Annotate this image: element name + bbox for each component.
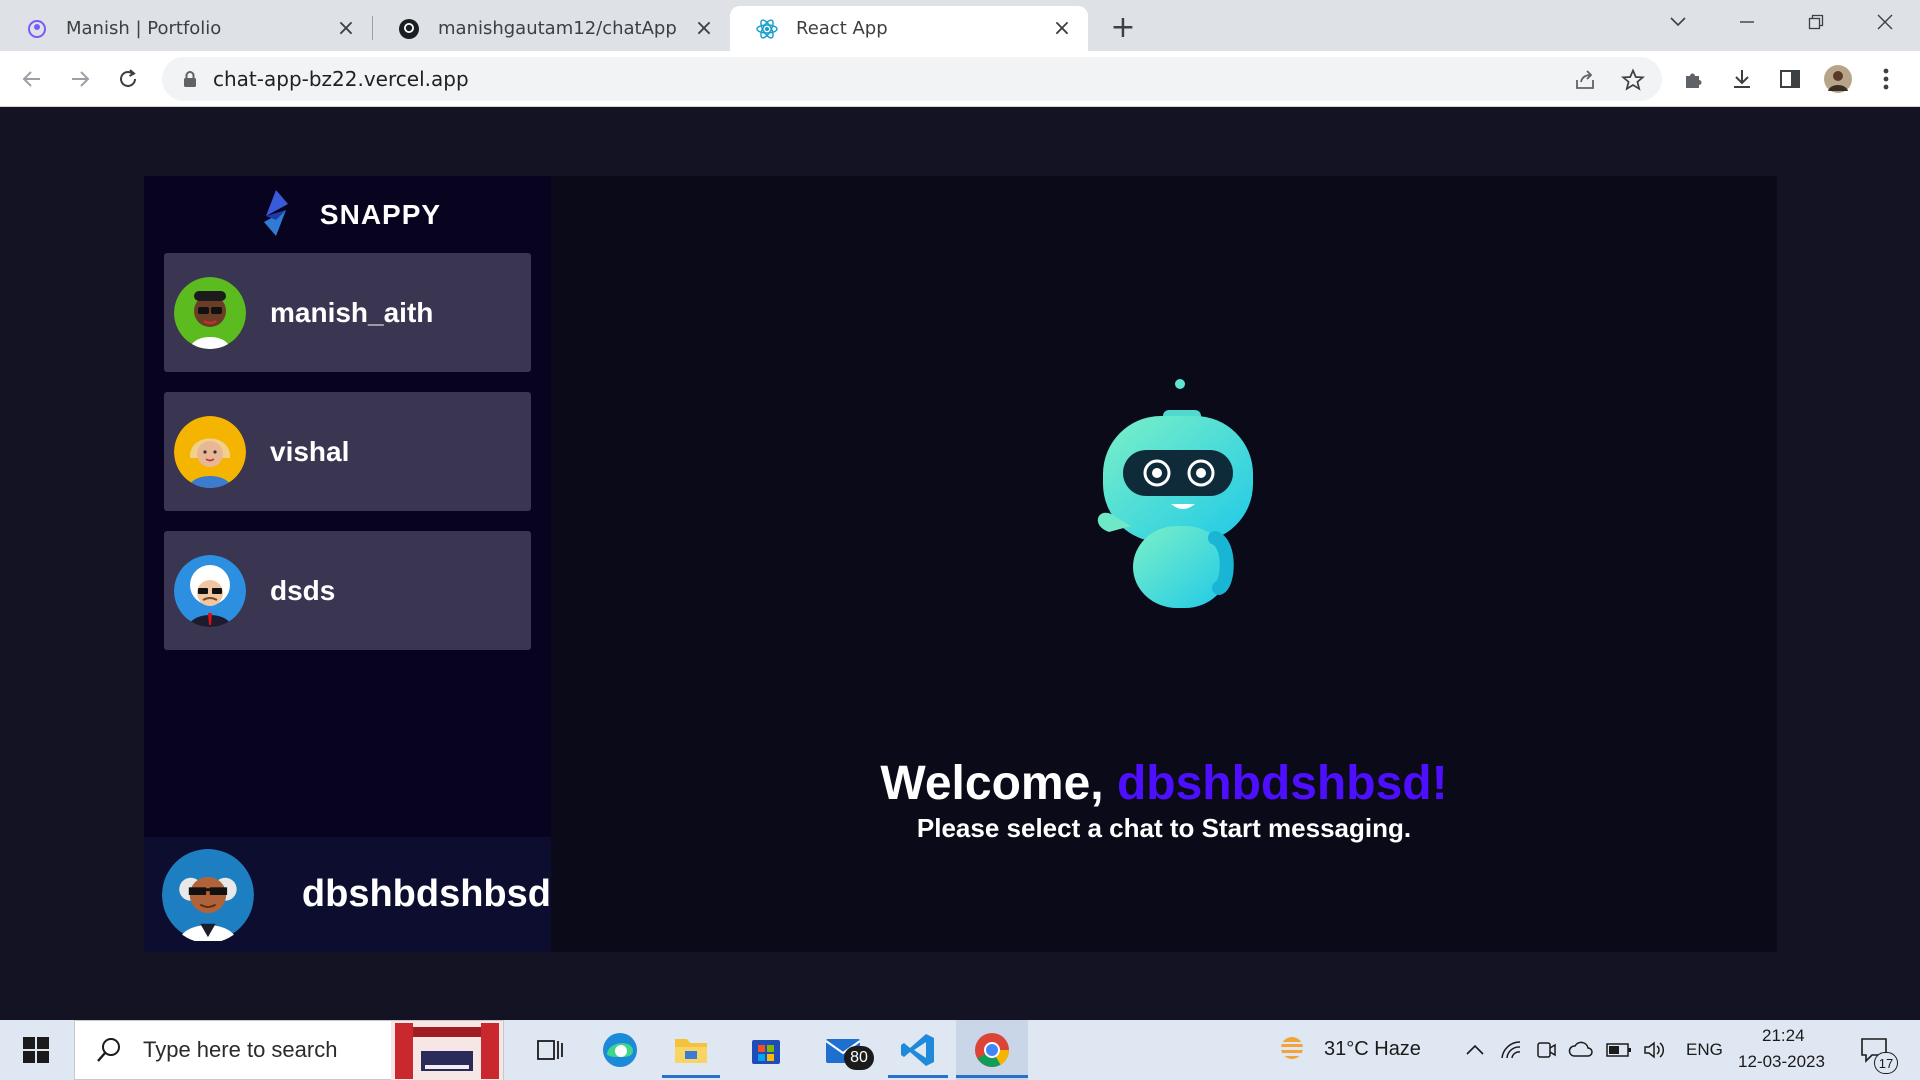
extensions-icon[interactable]	[1678, 63, 1710, 95]
tab-search-chevron-icon[interactable]	[1648, 6, 1708, 38]
green-avatar	[174, 276, 246, 349]
yellow-avatar	[174, 415, 246, 488]
contact-item[interactable]: manish_aith	[164, 253, 531, 372]
lock-icon[interactable]	[180, 69, 200, 89]
notifications-icon[interactable]: 17	[1854, 1020, 1898, 1080]
active-app-indicator	[662, 1075, 720, 1078]
vscode-icon[interactable]	[888, 1020, 948, 1080]
search-icon	[97, 1038, 120, 1062]
bookmark-star-icon[interactable]	[1620, 67, 1646, 93]
blue-avatar	[174, 554, 246, 627]
forward-icon[interactable]	[64, 63, 96, 95]
welcome-panel: Welcome, dbshbdshbsd! Please select a ch…	[551, 176, 1777, 952]
current-user-avatar	[162, 848, 254, 941]
weather-text[interactable]: 31°C Haze	[1324, 1038, 1421, 1061]
share-icon[interactable]	[1572, 67, 1598, 93]
snappy-logo-icon	[254, 190, 298, 240]
contact-item[interactable]: dsds	[164, 531, 531, 650]
meet-now-icon[interactable]	[1532, 1020, 1560, 1080]
welcome-greeting: Welcome,	[880, 757, 1117, 810]
contact-name: manish_aith	[270, 296, 434, 328]
brand: SNAPPY	[144, 190, 551, 240]
battery-icon[interactable]	[1604, 1020, 1634, 1080]
clock-time[interactable]: 21:24	[1762, 1026, 1805, 1046]
task-view-icon[interactable]	[520, 1020, 580, 1080]
close-icon[interactable]: ×	[1050, 16, 1074, 41]
search-placeholder: Type here to search	[143, 1037, 338, 1062]
mail-icon[interactable]: 80	[810, 1020, 880, 1080]
current-user: dbshbdshbsd	[144, 837, 551, 952]
browser-toolbar: chat-app-bz22.vercel.app	[0, 51, 1920, 107]
close-icon[interactable]: ×	[334, 16, 358, 41]
react-icon	[756, 18, 778, 40]
network-icon[interactable]	[1498, 1020, 1526, 1080]
file-explorer-icon[interactable]	[660, 1020, 722, 1080]
taskbar: Type here to search 80 31°C Haze ENG 21:…	[0, 1020, 1920, 1080]
active-app-indicator	[956, 1075, 1028, 1078]
notification-count: 17	[1874, 1052, 1898, 1074]
reload-icon[interactable]	[112, 63, 144, 95]
page-content: SNAPPY manish_aith vishal dsds dbshbdshb…	[0, 107, 1920, 1020]
onedrive-icon[interactable]	[1566, 1020, 1596, 1080]
volume-icon[interactable]	[1640, 1020, 1670, 1080]
windows-start-icon[interactable]	[0, 1020, 72, 1080]
address-bar[interactable]: chat-app-bz22.vercel.app	[162, 57, 1662, 101]
welcome-username: dbshbdshbsd!	[1116, 757, 1448, 810]
current-user-name: dbshbdshbsd	[301, 873, 551, 915]
robot-mascot	[1097, 379, 1253, 608]
tab-title: Manish | Portfolio	[66, 18, 222, 39]
tab-title: React App	[796, 18, 888, 39]
taskbar-search-box[interactable]: Type here to search	[74, 1020, 504, 1080]
weather-haze-icon[interactable]	[1272, 1020, 1312, 1080]
menu-kebab-icon[interactable]	[1870, 63, 1902, 95]
welcome-heading: Welcome, dbshbdshbsd!	[551, 756, 1777, 811]
contact-item[interactable]: vishal	[164, 392, 531, 511]
portfolio-icon	[26, 18, 48, 40]
profile-avatar[interactable]	[1822, 63, 1854, 95]
brand-name: SNAPPY	[319, 199, 442, 230]
clock-date[interactable]: 12-03-2023	[1738, 1052, 1825, 1072]
mail-badge: 80	[844, 1046, 874, 1070]
contact-name: vishal	[270, 435, 350, 467]
restore-icon[interactable]	[1786, 6, 1846, 38]
tab-github[interactable]: manishgautam12/chatApp ×	[372, 6, 730, 51]
tab-portfolio[interactable]: Manish | Portfolio ×	[0, 6, 372, 51]
chrome-icon[interactable]	[956, 1020, 1028, 1080]
side-panel-icon[interactable]	[1774, 63, 1806, 95]
tab-react-app[interactable]: React App ×	[730, 6, 1088, 51]
close-icon[interactable]: ×	[692, 16, 716, 41]
microsoft-store-icon[interactable]	[736, 1020, 796, 1080]
chat-app-container: SNAPPY manish_aith vishal dsds dbshbdshb…	[144, 176, 1777, 952]
new-tab-button[interactable]: +	[1106, 10, 1140, 45]
search-highlight-image[interactable]	[391, 1021, 503, 1080]
edge-icon[interactable]	[590, 1020, 650, 1080]
download-icon[interactable]	[1726, 63, 1758, 95]
minimize-icon[interactable]	[1717, 6, 1777, 38]
contact-name: dsds	[270, 574, 336, 606]
tab-title: manishgautam12/chatApp	[438, 18, 677, 39]
url-text[interactable]: chat-app-bz22.vercel.app	[213, 67, 469, 91]
tab-strip: Manish | Portfolio × manishgautam12/chat…	[0, 0, 1920, 51]
github-icon	[398, 18, 420, 40]
close-window-icon[interactable]	[1855, 6, 1915, 38]
active-app-indicator	[888, 1075, 948, 1078]
language-indicator[interactable]: ENG	[1686, 1040, 1723, 1060]
back-icon[interactable]	[16, 63, 48, 95]
welcome-subtitle: Please select a chat to Start messaging.	[916, 813, 1412, 843]
chevron-up-icon[interactable]	[1462, 1020, 1488, 1080]
contacts-sidebar: SNAPPY manish_aith vishal dsds dbshbdshb…	[144, 176, 551, 952]
